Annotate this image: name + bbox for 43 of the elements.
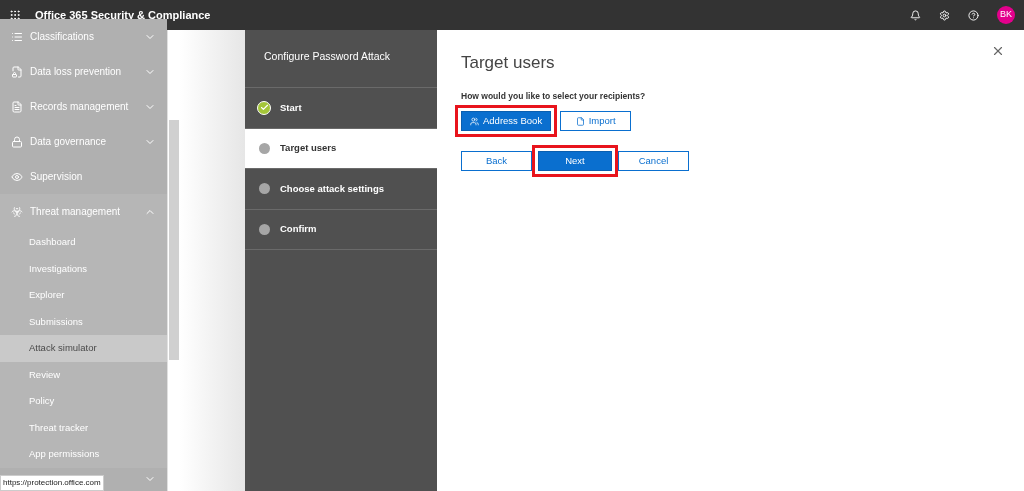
nav-item[interactable]: Submissions (0, 308, 167, 335)
nav-item[interactable]: Threat tracker (0, 414, 167, 441)
nav-item[interactable]: Review (0, 361, 167, 388)
people-icon (470, 116, 479, 126)
user-avatar[interactable]: BK (997, 6, 1015, 24)
nav-group[interactable]: Records management (0, 89, 167, 124)
nav-group[interactable]: Supervision (0, 159, 167, 194)
nav-item[interactable]: Investigations (0, 255, 167, 282)
file-lock-icon (11, 65, 23, 78)
wizard-step[interactable]: Target users (245, 128, 437, 169)
help-icon[interactable] (968, 9, 979, 21)
lock-icon (11, 135, 23, 148)
page-heading: Target users (461, 52, 555, 74)
nav-item[interactable]: Policy (0, 388, 167, 415)
check-icon (257, 100, 271, 115)
eye-icon (11, 170, 23, 183)
wizard-step[interactable]: Choose attack settings (245, 169, 437, 210)
scrollbar[interactable] (167, 30, 180, 491)
primary-button[interactable]: Next (538, 151, 612, 172)
app-launcher-icon[interactable] (9, 9, 21, 21)
nav-item[interactable]: Dashboard (0, 229, 167, 256)
biohazard-icon (11, 205, 23, 218)
secondary-button[interactable]: Import (560, 111, 632, 132)
secondary-button[interactable]: Back (461, 151, 532, 172)
nav-group[interactable]: Data loss prevention (0, 54, 167, 89)
wizard-step[interactable]: Confirm (245, 209, 437, 250)
list-icon (11, 30, 23, 43)
nav-group[interactable]: Threat management (0, 194, 167, 229)
status-tooltip: https://protection.office.com (0, 475, 104, 491)
wizard-step[interactable]: Start (245, 88, 437, 129)
nav-item[interactable]: Attack simulator (0, 335, 167, 362)
secondary-button[interactable]: Cancel (618, 151, 689, 172)
close-icon[interactable] (991, 44, 1005, 58)
primary-button[interactable]: Address Book (461, 111, 552, 132)
document-icon (575, 116, 585, 126)
wizard-title: Configure Password Attack (264, 50, 391, 62)
settings-icon[interactable] (939, 9, 950, 21)
nav-item[interactable]: Explorer (0, 282, 167, 309)
nav-item[interactable]: App permissions (0, 441, 167, 468)
question-text: How would you like to select your recipients? (461, 89, 647, 103)
document-icon (11, 100, 23, 113)
nav-group[interactable]: Data governance (0, 124, 167, 159)
bell-icon[interactable] (910, 9, 921, 21)
